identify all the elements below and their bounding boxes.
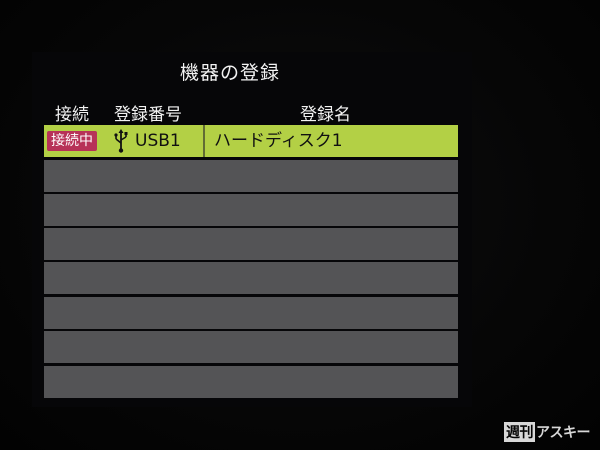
tv-screen-frame: 機器の登録 接続 登録番号 登録名 接続中 USB1 ハードディスク1 週刊 ア… <box>0 0 600 450</box>
list-item[interactable] <box>44 262 458 294</box>
list-item-selected[interactable]: 接続中 USB1 ハードディスク1 <box>44 125 458 157</box>
column-header-name: 登録名 <box>300 105 351 125</box>
watermark-text: アスキー <box>536 425 591 441</box>
status-badge: 接続中 <box>47 131 97 151</box>
device-list: 接続中 USB1 ハードディスク1 <box>44 125 458 399</box>
column-header-number: 登録番号 <box>114 105 182 125</box>
registration-name: ハードディスク1 <box>214 131 343 151</box>
usb-icon <box>114 129 128 153</box>
list-item[interactable] <box>44 194 458 226</box>
list-item[interactable] <box>44 297 458 329</box>
list-item[interactable] <box>44 228 458 260</box>
watermark-prefix: 週刊 <box>504 422 535 442</box>
list-item[interactable] <box>44 160 458 192</box>
page-title: 機器の登録 <box>179 62 280 84</box>
registration-number: USB1 <box>135 131 181 151</box>
list-item[interactable] <box>44 366 458 398</box>
column-divider <box>203 125 205 157</box>
column-header-connection: 接続 <box>55 105 89 125</box>
watermark-logo: 週刊 アスキー <box>504 422 591 442</box>
list-item[interactable] <box>44 331 458 363</box>
